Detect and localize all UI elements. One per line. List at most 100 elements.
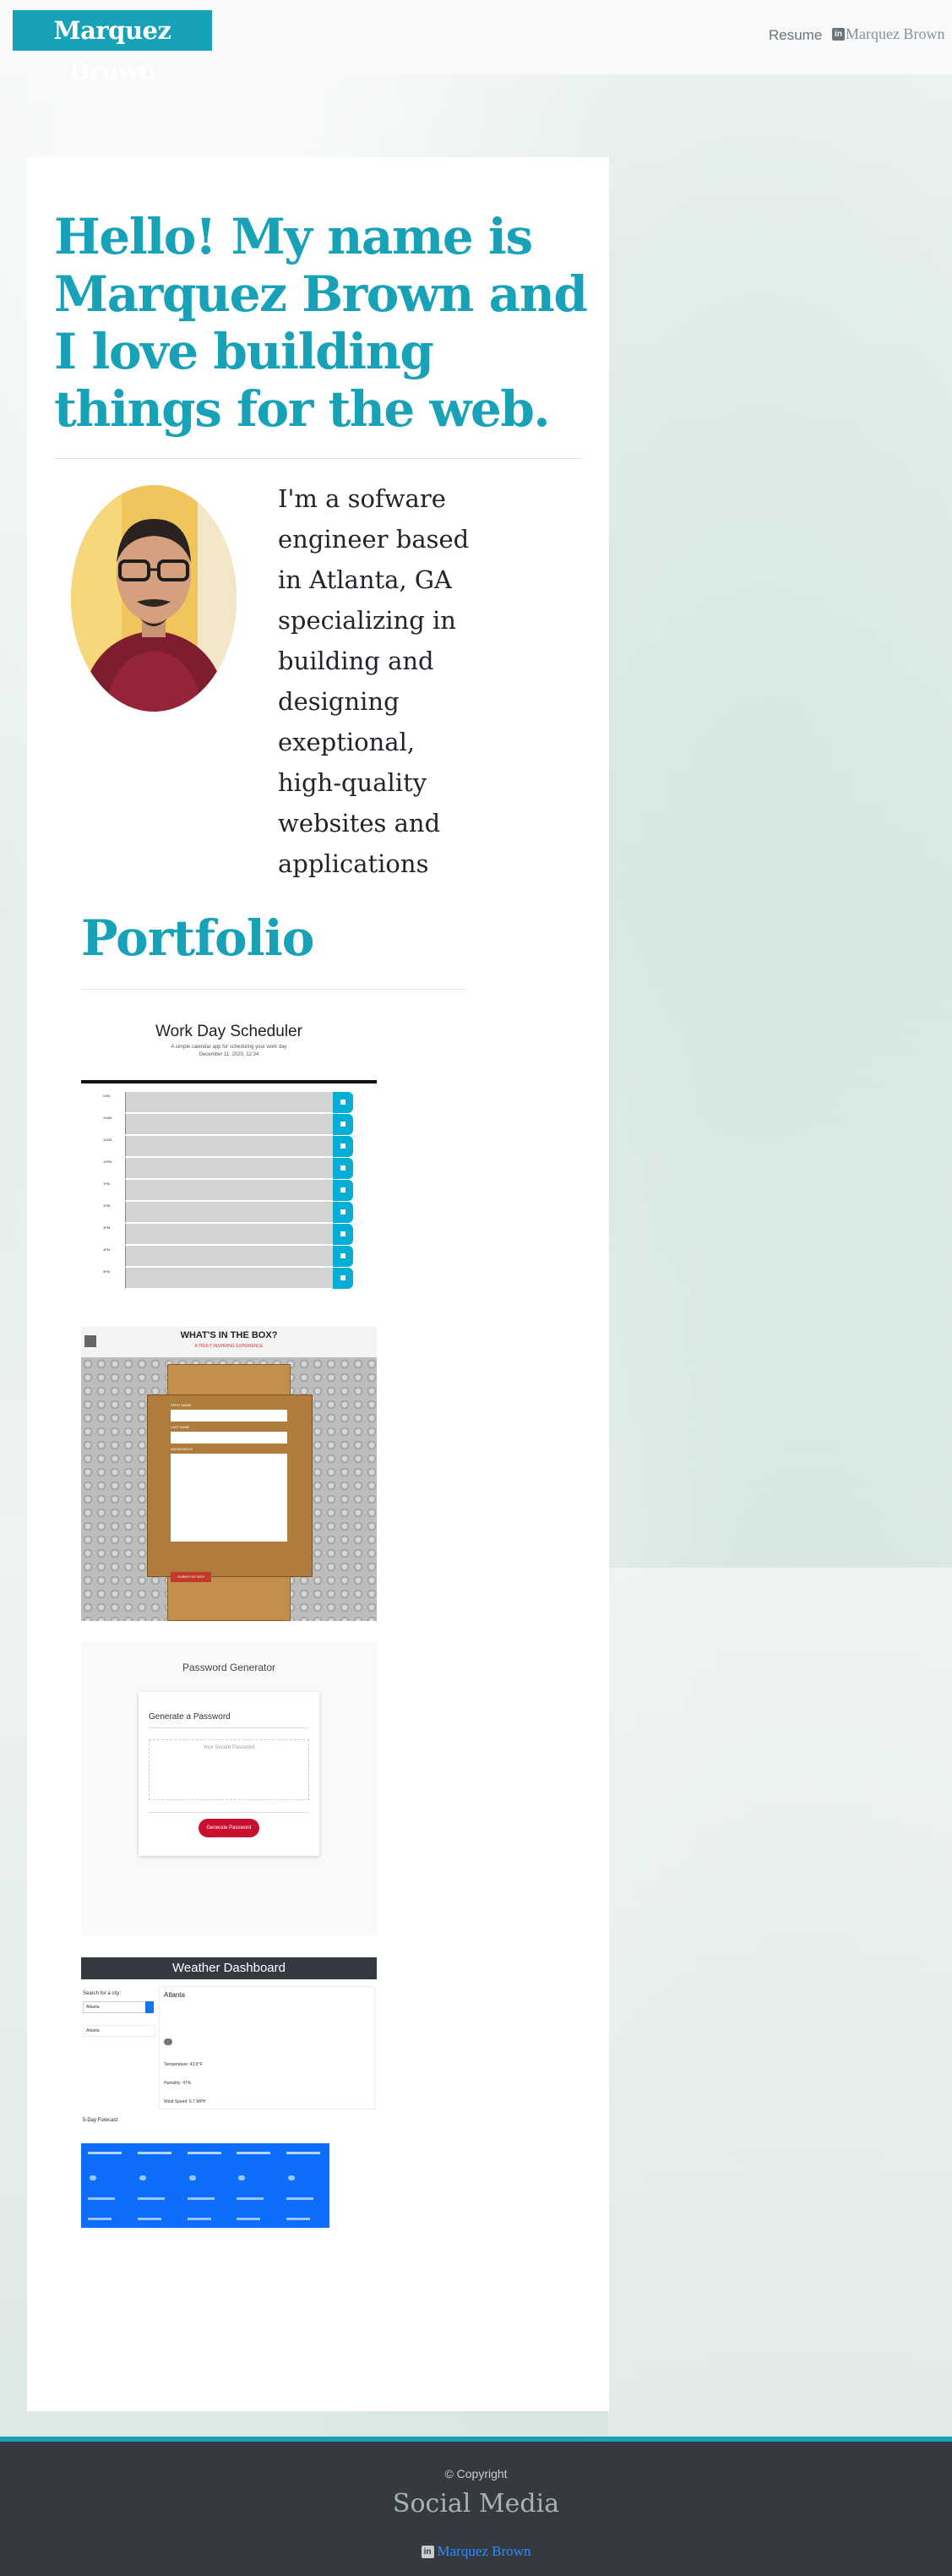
project-whats-in-the-box[interactable]: WHAT'S IN THE BOX? A TRULY INSPIRING EXP… xyxy=(81,1327,377,1621)
password-card-rule-bottom xyxy=(149,1812,309,1813)
forecast-weather-icon xyxy=(238,2175,246,2180)
hero-title: Hello! My name is Marquez Brown and I lo… xyxy=(54,208,588,438)
scheduler-save-button[interactable] xyxy=(333,1246,353,1267)
forecast-card xyxy=(134,2148,177,2223)
scheduler-save-button[interactable] xyxy=(333,1268,353,1289)
forecast-temp xyxy=(187,2197,215,2200)
copyright: © Copyright xyxy=(444,2467,508,2480)
box-field-first[interactable] xyxy=(171,1410,287,1422)
scheduler-hour-label: 12PM xyxy=(103,1160,112,1164)
scheduler-row: 12PM xyxy=(81,1158,377,1180)
scheduler-save-button[interactable] xyxy=(333,1224,353,1245)
scheduler-hour-label: 4PM xyxy=(103,1247,111,1252)
password-card-rule xyxy=(149,1727,309,1728)
scheduler-time-block[interactable] xyxy=(125,1136,333,1157)
scheduler-save-button[interactable] xyxy=(333,1092,353,1113)
forecast-weather-icon xyxy=(90,2175,96,2180)
scheduler-time-block[interactable] xyxy=(125,1158,333,1179)
scheduler-rule xyxy=(81,1080,377,1083)
forecast-date xyxy=(187,2152,221,2154)
scheduler-hour-label: 3PM xyxy=(103,1225,111,1230)
weather-title: Weather Dashboard xyxy=(81,1957,377,1979)
forecast-date xyxy=(286,2152,321,2154)
scheduler-row: 9AM xyxy=(81,1092,377,1114)
save-icon xyxy=(340,1187,345,1192)
scheduler-row: 3PM xyxy=(81,1224,377,1246)
main-card: Hello! My name is Marquez Brown and I lo… xyxy=(27,157,609,2411)
scheduler-date: December 11, 2020, 12:34 xyxy=(199,1052,259,1057)
box-field-message[interactable] xyxy=(171,1454,287,1542)
linkedin-icon: in xyxy=(421,2545,434,2558)
password-title: Password Generator xyxy=(182,1662,276,1673)
weather-search-label: Search for a city: xyxy=(83,1991,122,1996)
scheduler-save-button[interactable] xyxy=(333,1136,353,1157)
scheduler-title: Work Day Scheduler xyxy=(155,1023,302,1040)
generate-password-button[interactable]: Generate Password xyxy=(199,1819,259,1837)
linkedin-icon: in xyxy=(832,28,845,41)
navbar-brand[interactable]: Marquez Brown xyxy=(13,10,212,85)
box-field-last-label: LAST NAME xyxy=(171,1425,190,1429)
scheduler-time-block[interactable] xyxy=(125,1224,333,1245)
scheduler-time-block[interactable] xyxy=(125,1092,333,1113)
forecast-humidity xyxy=(88,2218,112,2220)
scheduler-save-button[interactable] xyxy=(333,1158,353,1179)
forecast-date xyxy=(237,2152,271,2154)
scheduler-time-block[interactable] xyxy=(125,1202,333,1223)
save-icon xyxy=(340,1143,345,1149)
weather-search-input[interactable]: Atlanta xyxy=(83,2001,147,2013)
project-password-generator[interactable]: Password Generator Generate a Password Y… xyxy=(81,1641,377,1935)
forecast-humidity xyxy=(137,2218,161,2220)
scheduler-hour-label: 11AM xyxy=(103,1138,112,1142)
weather-current-panel xyxy=(159,1986,375,2109)
bio-text: I'm a sofware engineer based in Atlanta,… xyxy=(278,484,470,878)
scheduler-hour-label: 5PM xyxy=(103,1269,111,1274)
forecast-humidity xyxy=(286,2218,311,2220)
project-weather-dashboard[interactable]: Weather Dashboard Search for a city: Atl… xyxy=(81,1957,377,2137)
navbar: Marquez Brown Resume in Marquez Brown xyxy=(0,0,952,85)
forecast-date xyxy=(137,2152,171,2154)
forecast-temp xyxy=(137,2197,165,2200)
scheduler-hour-label: 10AM xyxy=(103,1116,112,1120)
forecast-temp xyxy=(286,2197,314,2200)
scheduler-hour-label: 1PM xyxy=(103,1182,111,1186)
portfolio-divider xyxy=(81,989,465,990)
forecast-card xyxy=(184,2148,227,2223)
scheduler-save-button[interactable] xyxy=(333,1180,353,1201)
forecast-weather-icon xyxy=(288,2175,296,2180)
scheduler-time-block[interactable] xyxy=(125,1246,333,1267)
scheduler-time-block[interactable] xyxy=(125,1180,333,1201)
password-card-heading: Generate a Password xyxy=(149,1712,231,1722)
weather-humidity: Humidity: 47% xyxy=(164,2081,192,2086)
weather-search-button[interactable] xyxy=(145,2001,154,2013)
scheduler-hour-label: 2PM xyxy=(103,1203,111,1208)
footer-linkedin-link[interactable]: in Marquez Brown xyxy=(0,2543,952,2560)
scheduler-save-button[interactable] xyxy=(333,1114,353,1135)
scheduler-time-block[interactable] xyxy=(125,1114,333,1135)
weather-temp: Temperature: 43.9°F xyxy=(164,2062,203,2067)
weather-forecast-row xyxy=(81,2143,329,2228)
social-media-heading: Social Media xyxy=(392,2489,560,2519)
forecast-humidity xyxy=(187,2218,211,2220)
box-field-first-label: FIRST NAME xyxy=(171,1403,192,1407)
save-icon xyxy=(340,1165,345,1171)
weather-wind: Wind Speed: 6.7 MPH xyxy=(164,2099,206,2104)
forecast-date xyxy=(88,2152,122,2154)
project-work-day-scheduler[interactable]: Work Day Scheduler A simple calendar app… xyxy=(81,1009,377,1308)
save-icon xyxy=(340,1231,345,1236)
save-icon xyxy=(340,1253,345,1258)
scheduler-save-button[interactable] xyxy=(333,1202,353,1223)
password-output[interactable]: Your Secure Password xyxy=(149,1739,309,1800)
weather-history-item[interactable]: Atlanta xyxy=(83,2025,155,2037)
scheduler-row: 11AM xyxy=(81,1136,377,1158)
box-submit-button[interactable]: SUBMIT MY BOX xyxy=(171,1572,211,1582)
linkedin-link[interactable]: in Marquez Brown xyxy=(832,25,944,43)
weather-city: Atlanta xyxy=(164,1991,185,1999)
forecast-card xyxy=(233,2148,276,2223)
scheduler-time-block[interactable] xyxy=(125,1268,333,1289)
resume-link[interactable]: Resume xyxy=(769,27,822,44)
scheduler-row: 2PM xyxy=(81,1202,377,1224)
save-icon xyxy=(340,1209,345,1214)
forecast-card xyxy=(283,2148,326,2223)
box-field-last[interactable] xyxy=(171,1432,287,1444)
scheduler-row: 1PM xyxy=(81,1180,377,1202)
